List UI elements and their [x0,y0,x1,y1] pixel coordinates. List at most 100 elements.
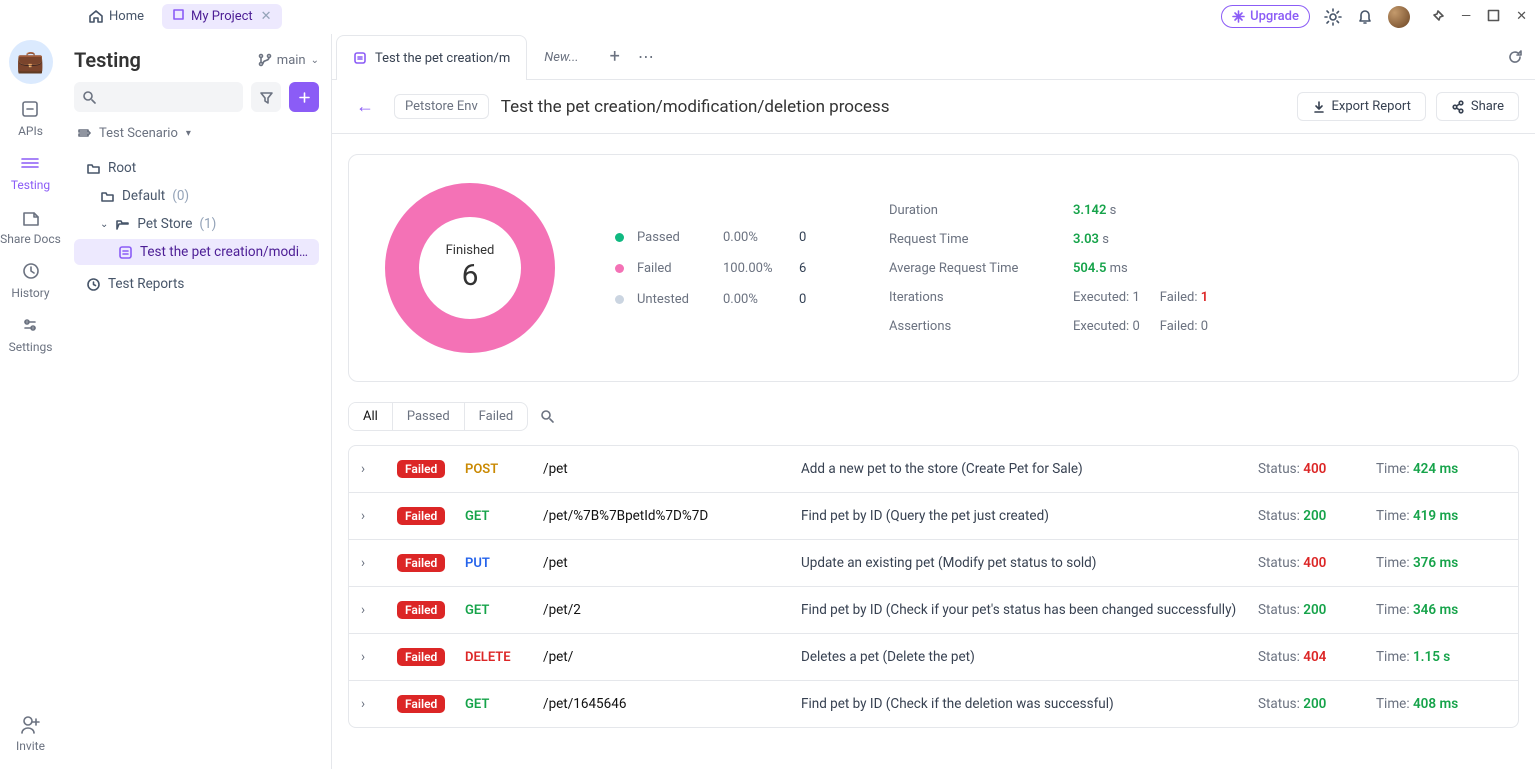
method-label: GET [465,509,535,524]
scenario-item-icon [118,245,133,260]
download-icon [1312,100,1326,114]
home-label: Home [109,9,144,24]
rail-share-docs[interactable]: Share Docs [0,206,61,246]
description-label: Add a new pet to the store (Create Pet f… [801,461,1250,477]
section-picker[interactable]: Test Scenario ▾ [74,122,319,145]
scenario-icon [76,126,91,141]
time-value: Time: 419 ms [1376,508,1506,524]
chevron-down-icon: ⌄ [311,55,319,66]
result-row[interactable]: › Failed DELETE /pet/ Deletes a pet (Del… [349,634,1518,681]
share-button[interactable]: Share [1436,92,1519,121]
plus-icon [297,90,312,105]
caret-down-icon: ▾ [186,128,191,139]
project-tab[interactable]: My Project ✕ [162,4,282,29]
gear-icon[interactable] [1324,8,1342,26]
result-row[interactable]: › Failed POST /pet Add a new pet to the … [349,446,1518,493]
http-status: Status: 200 [1258,602,1368,618]
dot-icon [615,233,624,242]
result-row[interactable]: › Failed PUT /pet Update an existing pet… [349,540,1518,587]
method-label: DELETE [465,650,535,665]
refresh-icon [1507,49,1523,65]
close-icon[interactable]: ✕ [261,9,272,24]
title-actions: Upgrade — ✕ [1221,5,1527,28]
minimize-icon[interactable]: — [1461,9,1471,24]
more-tabs-button[interactable]: ⋯ [638,47,654,66]
pin-icon[interactable] [1430,9,1445,24]
status-badge: Failed [397,554,445,572]
tree-scenario-item[interactable]: Test the pet creation/modifica [74,239,319,265]
time-value: Time: 376 ms [1376,555,1506,571]
branch-picker[interactable]: main ⌄ [258,53,319,68]
back-button[interactable]: ← [348,92,382,121]
timing-assert-values: Executed: 0 Failed: 0 [1073,319,1208,334]
tab-new-label: New... [544,50,578,65]
method-label: PUT [465,556,535,571]
filter-bar: All Passed Failed [332,402,1535,431]
tree-root[interactable]: Root [74,155,319,181]
stat-passed-label: Passed [637,230,717,245]
filter-all[interactable]: All [349,403,393,430]
filter-icon [259,90,274,105]
env-chip[interactable]: Petstore Env [394,94,489,119]
result-row[interactable]: › Failed GET /pet/2 Find pet by ID (Chec… [349,587,1518,634]
result-row[interactable]: › Failed GET /pet/%7B%7BpetId%7D%7D Find… [349,493,1518,540]
donut-label: Finished [446,243,495,258]
refresh-button[interactable] [1495,34,1535,79]
timing-reqtime-value: 3.03 s [1073,232,1208,247]
search-input[interactable] [74,82,243,112]
path-label: /pet/%7B%7BpetId%7D%7D [543,508,793,524]
branch-icon [258,53,272,67]
tree-petstore[interactable]: ⌄ Pet Store (1) [74,211,319,237]
rail-settings-label: Settings [9,340,53,354]
tab-new[interactable]: New... [527,34,595,79]
tree-reports-label: Test Reports [108,276,184,292]
result-row[interactable]: › Failed GET /pet/1645646 Find pet by ID… [349,681,1518,727]
chevron-right-icon[interactable]: › [361,602,389,618]
tree-test-reports[interactable]: Test Reports [74,271,319,297]
search-icon[interactable] [540,409,555,424]
result-donut: Finished 6 [385,183,555,353]
rail-history[interactable]: History [11,260,49,300]
tree-default[interactable]: Default (0) [74,183,319,209]
chevron-right-icon[interactable]: › [361,508,389,524]
export-report-button[interactable]: Export Report [1297,92,1426,121]
rail-apis[interactable]: APIs [18,98,43,138]
upgrade-button[interactable]: Upgrade [1221,5,1310,28]
http-status: Status: 200 [1258,508,1368,524]
chevron-right-icon[interactable]: › [361,649,389,665]
report-title: Test the pet creation/modification/delet… [501,97,890,117]
editor-tabs: Test the pet creation/m New... + ⋯ [332,34,1535,80]
chevron-right-icon[interactable]: › [361,555,389,571]
tab-report[interactable]: Test the pet creation/m [336,35,527,80]
avatar[interactable] [1388,6,1410,28]
filter-passed[interactable]: Passed [393,403,465,430]
description-label: Find pet by ID (Check if your pet's stat… [801,602,1250,618]
title-bar: Home My Project ✕ Upgrade — ✕ [0,0,1535,34]
bell-icon[interactable] [1356,8,1374,26]
filter-failed[interactable]: Failed [465,403,528,430]
add-tab-button[interactable]: + [610,46,620,67]
folder-open-icon [115,217,130,232]
maximize-icon[interactable] [1487,9,1500,22]
close-window-icon[interactable]: ✕ [1516,9,1527,24]
rail-invite[interactable]: Invite [16,713,45,753]
filter-button[interactable] [251,82,281,112]
rail-testing[interactable]: Testing [11,152,50,192]
share-icon [1451,100,1465,114]
timing-assert-label: Assertions [889,319,1059,334]
results-list: › Failed POST /pet Add a new pet to the … [348,445,1519,728]
time-value: Time: 408 ms [1376,696,1506,712]
project-badge[interactable]: 💼 [9,40,53,84]
chevron-right-icon[interactable]: › [361,696,389,712]
add-button[interactable] [289,82,319,112]
http-status: Status: 200 [1258,696,1368,712]
stat-failed-label: Failed [637,261,717,276]
stat-untested-label: Untested [637,292,717,307]
sparkle-icon [1232,10,1245,23]
stat-failed-count: 6 [799,261,829,276]
stat-passed-count: 0 [799,230,829,245]
chevron-right-icon[interactable]: › [361,461,389,477]
rail-share-docs-label: Share Docs [0,232,61,246]
home-tab[interactable]: Home [78,5,154,28]
rail-settings[interactable]: Settings [9,314,53,354]
